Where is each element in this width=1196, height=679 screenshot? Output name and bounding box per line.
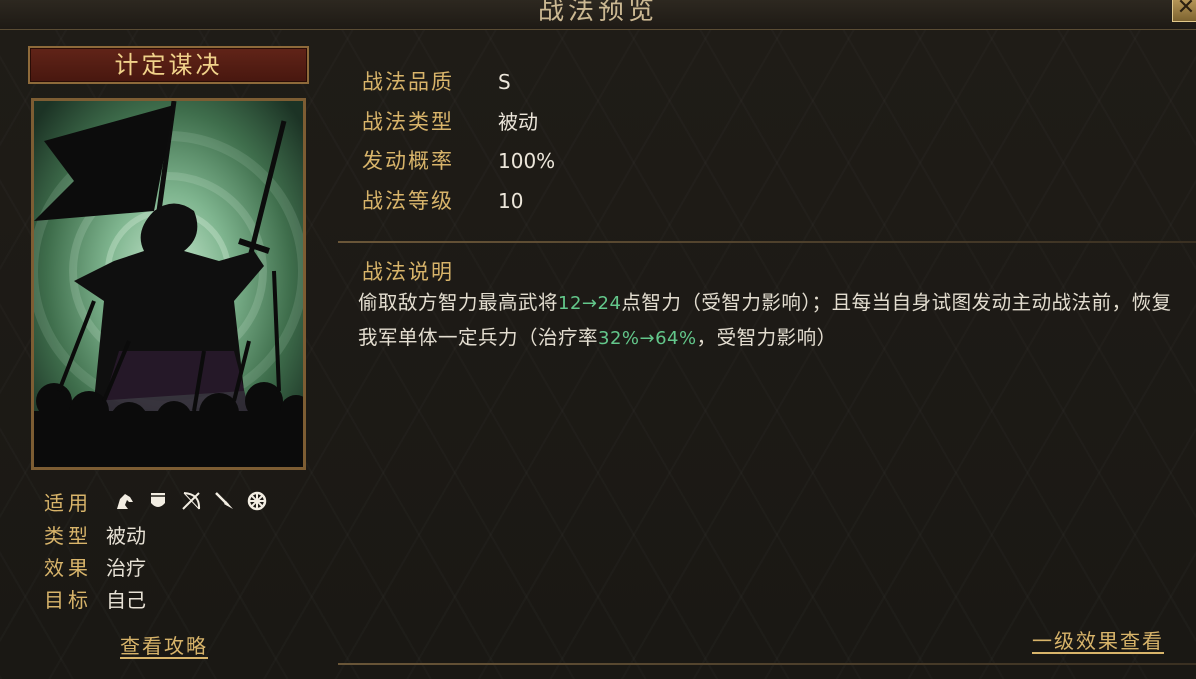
description-segment-3: ，受智力影响） [696, 326, 837, 349]
info-quality-label: 战法品质 [362, 70, 454, 94]
intelligence-value-highlight: 12→24 [558, 293, 622, 314]
info-level-row: 战法等级 10 [362, 186, 523, 216]
info-type-value: 被动 [498, 110, 538, 134]
window-title: 战法预览 [537, 0, 658, 26]
cavalry-icon [114, 490, 136, 512]
skill-name-banner: 计定谋决 [28, 46, 309, 84]
attr-target-value: 自己 [106, 588, 146, 612]
attr-effect-label: 效果 [44, 556, 92, 580]
info-chance-value: 100% [498, 149, 556, 173]
spear-icon [213, 490, 235, 512]
info-type-row: 战法类型 被动 [362, 107, 538, 137]
info-level-value: 10 [498, 189, 524, 213]
close-icon[interactable]: ✕ [1172, 0, 1196, 22]
shield-icon [147, 490, 169, 512]
title-bar: 战法预览 ✕ [0, 0, 1196, 30]
info-quality-value: S [498, 70, 511, 94]
info-chance-row: 发动概率 100% [362, 146, 555, 176]
description-text: 偷取敌方智力最高武将12→24点智力（受智力影响）；且每当自身试图发动主动战法前… [358, 286, 1178, 356]
description-title: 战法说明 [362, 260, 454, 284]
info-type-label: 战法类型 [362, 110, 454, 134]
siege-wheel-icon [246, 490, 268, 512]
attr-effect-row: 效果 治疗 [44, 555, 146, 581]
attr-type-row: 类型 被动 [44, 523, 146, 549]
skill-preview-panel: 计定谋决 适用 类型 被动 效果 治疗 目标 自己 查看攻略 战法品质 S 战法… [0, 30, 1196, 679]
view-guide-link[interactable]: 查看攻略 [120, 630, 208, 659]
bow-icon [180, 490, 202, 512]
attr-type-value: 被动 [106, 524, 146, 548]
bottom-divider [338, 663, 1196, 665]
troop-type-icons [114, 490, 268, 512]
attr-effect-value: 治疗 [106, 556, 146, 580]
attr-target-label: 目标 [44, 588, 92, 612]
attr-target-row: 目标 自己 [44, 587, 146, 613]
info-quality-row: 战法品质 S [362, 67, 511, 97]
attr-type-label: 类型 [44, 524, 92, 548]
description-segment-1: 偷取敌方智力最高武将 [358, 291, 559, 314]
level-one-effect-link[interactable]: 一级效果查看 [1032, 625, 1164, 654]
info-level-label: 战法等级 [362, 189, 454, 213]
info-chance-label: 发动概率 [362, 149, 454, 173]
skill-portrait [31, 98, 306, 470]
attr-applicable-row: 适用 [44, 490, 106, 516]
section-divider [338, 241, 1196, 243]
attr-applicable-label: 适用 [44, 491, 92, 515]
heal-rate-highlight: 32%→64% [598, 328, 697, 349]
